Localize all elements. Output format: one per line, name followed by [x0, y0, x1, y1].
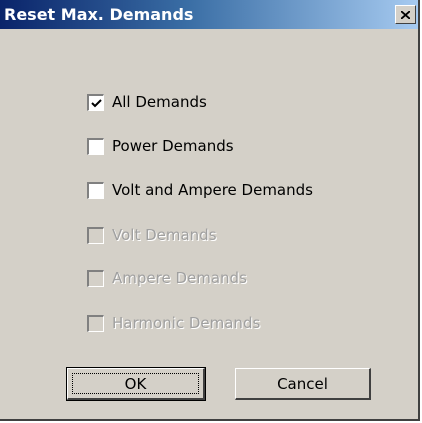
title-bar[interactable]: Reset Max. Demands	[0, 0, 418, 29]
checkbox-box	[87, 226, 104, 244]
checkbox-box[interactable]	[87, 137, 104, 155]
dialog-title: Reset Max. Demands	[4, 5, 194, 24]
checkbox-volt-demands: Volt Demands	[87, 224, 217, 246]
reset-max-demands-dialog: Reset Max. Demands All Demands Power Dem…	[0, 0, 420, 421]
checkmark-icon	[91, 98, 102, 107]
checkbox-ampere-demands: Ampere Demands	[87, 267, 247, 289]
checkbox-box[interactable]	[87, 93, 104, 111]
cancel-button[interactable]: Cancel	[235, 368, 371, 400]
checkbox-label: Harmonic Demands	[112, 314, 261, 332]
checkbox-label: Volt and Ampere Demands	[112, 181, 313, 199]
cancel-button-label: Cancel	[277, 374, 328, 393]
checkbox-power-demands[interactable]: Power Demands	[87, 135, 234, 157]
checkbox-label: Power Demands	[112, 137, 234, 155]
checkbox-label: Ampere Demands	[112, 269, 247, 287]
checkbox-harmonic-demands: Harmonic Demands	[87, 312, 260, 334]
checkbox-box[interactable]	[87, 181, 104, 199]
checkbox-box	[87, 269, 104, 287]
checkbox-label: All Demands	[112, 93, 207, 111]
checkbox-volt-and-ampere-demands[interactable]: Volt and Ampere Demands	[87, 179, 313, 201]
checkbox-box	[87, 314, 104, 332]
checkbox-all-demands[interactable]: All Demands	[87, 91, 207, 113]
ok-button[interactable]: OK	[66, 367, 206, 401]
checkbox-label: Volt Demands	[112, 226, 217, 244]
focus-rectangle	[72, 373, 199, 394]
close-button[interactable]	[395, 5, 416, 24]
close-icon	[401, 10, 410, 19]
